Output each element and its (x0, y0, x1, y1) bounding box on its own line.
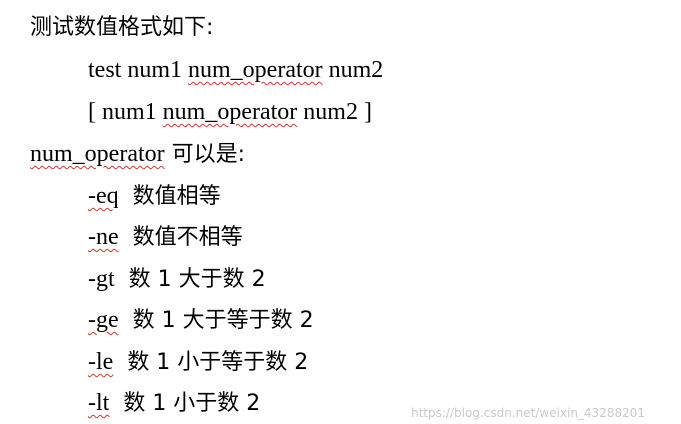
source-watermark: https://blog.csdn.net/weixin_43288201 (410, 406, 645, 420)
syntax-prefix: [ num1 (88, 99, 163, 125)
operator-row-lt: -lt 数 1 小于数 2 (88, 388, 260, 418)
operator-desc: 数 1 大于数 2 (128, 267, 266, 292)
operator-desc: 数值相等 (132, 184, 221, 209)
operator-intro-text: 可以是: (164, 142, 246, 167)
operator-code: -lt (88, 390, 110, 416)
operator-row-eq: -eq 数值相等 (88, 181, 221, 211)
operator-token: num_operator (162, 99, 298, 125)
operator-desc: 数 1 大于等于数 2 (132, 308, 314, 333)
intro-line: 测试数值格式如下: (30, 12, 213, 42)
operator-code: -ne (88, 224, 119, 250)
operator-desc: 数 1 小于等于数 2 (127, 350, 309, 375)
operator-token: num_operator (188, 57, 323, 83)
operator-code: -le (88, 349, 114, 375)
syntax-line-test: test num1 num_operator num2 (88, 55, 383, 85)
syntax-prefix: test num1 (88, 57, 188, 83)
operator-row-ne: -ne 数值不相等 (88, 222, 243, 252)
document-page: 测试数值格式如下: test num1 num_operator num2 [ … (0, 0, 681, 424)
operator-desc: 数 1 小于数 2 (123, 391, 261, 416)
operator-code: -eq (88, 183, 119, 209)
intro-label: 测试数值格式如下: (30, 15, 214, 40)
operator-code: -ge (88, 307, 119, 333)
operator-row-le: -le 数 1 小于等于数 2 (88, 347, 308, 377)
operator-desc: 数值不相等 (132, 225, 243, 250)
operator-intro-line: num_operator 可以是: (30, 139, 245, 169)
operator-row-ge: -ge 数 1 大于等于数 2 (88, 305, 314, 335)
syntax-suffix: num2 ] (297, 99, 372, 125)
operator-token: num_operator (30, 141, 165, 167)
syntax-suffix: num2 (322, 57, 384, 83)
operator-row-gt: -gt 数 1 大于数 2 (88, 264, 266, 294)
syntax-line-bracket: [ num1 num_operator num2 ] (88, 97, 372, 127)
operator-code: -gt (88, 266, 115, 292)
